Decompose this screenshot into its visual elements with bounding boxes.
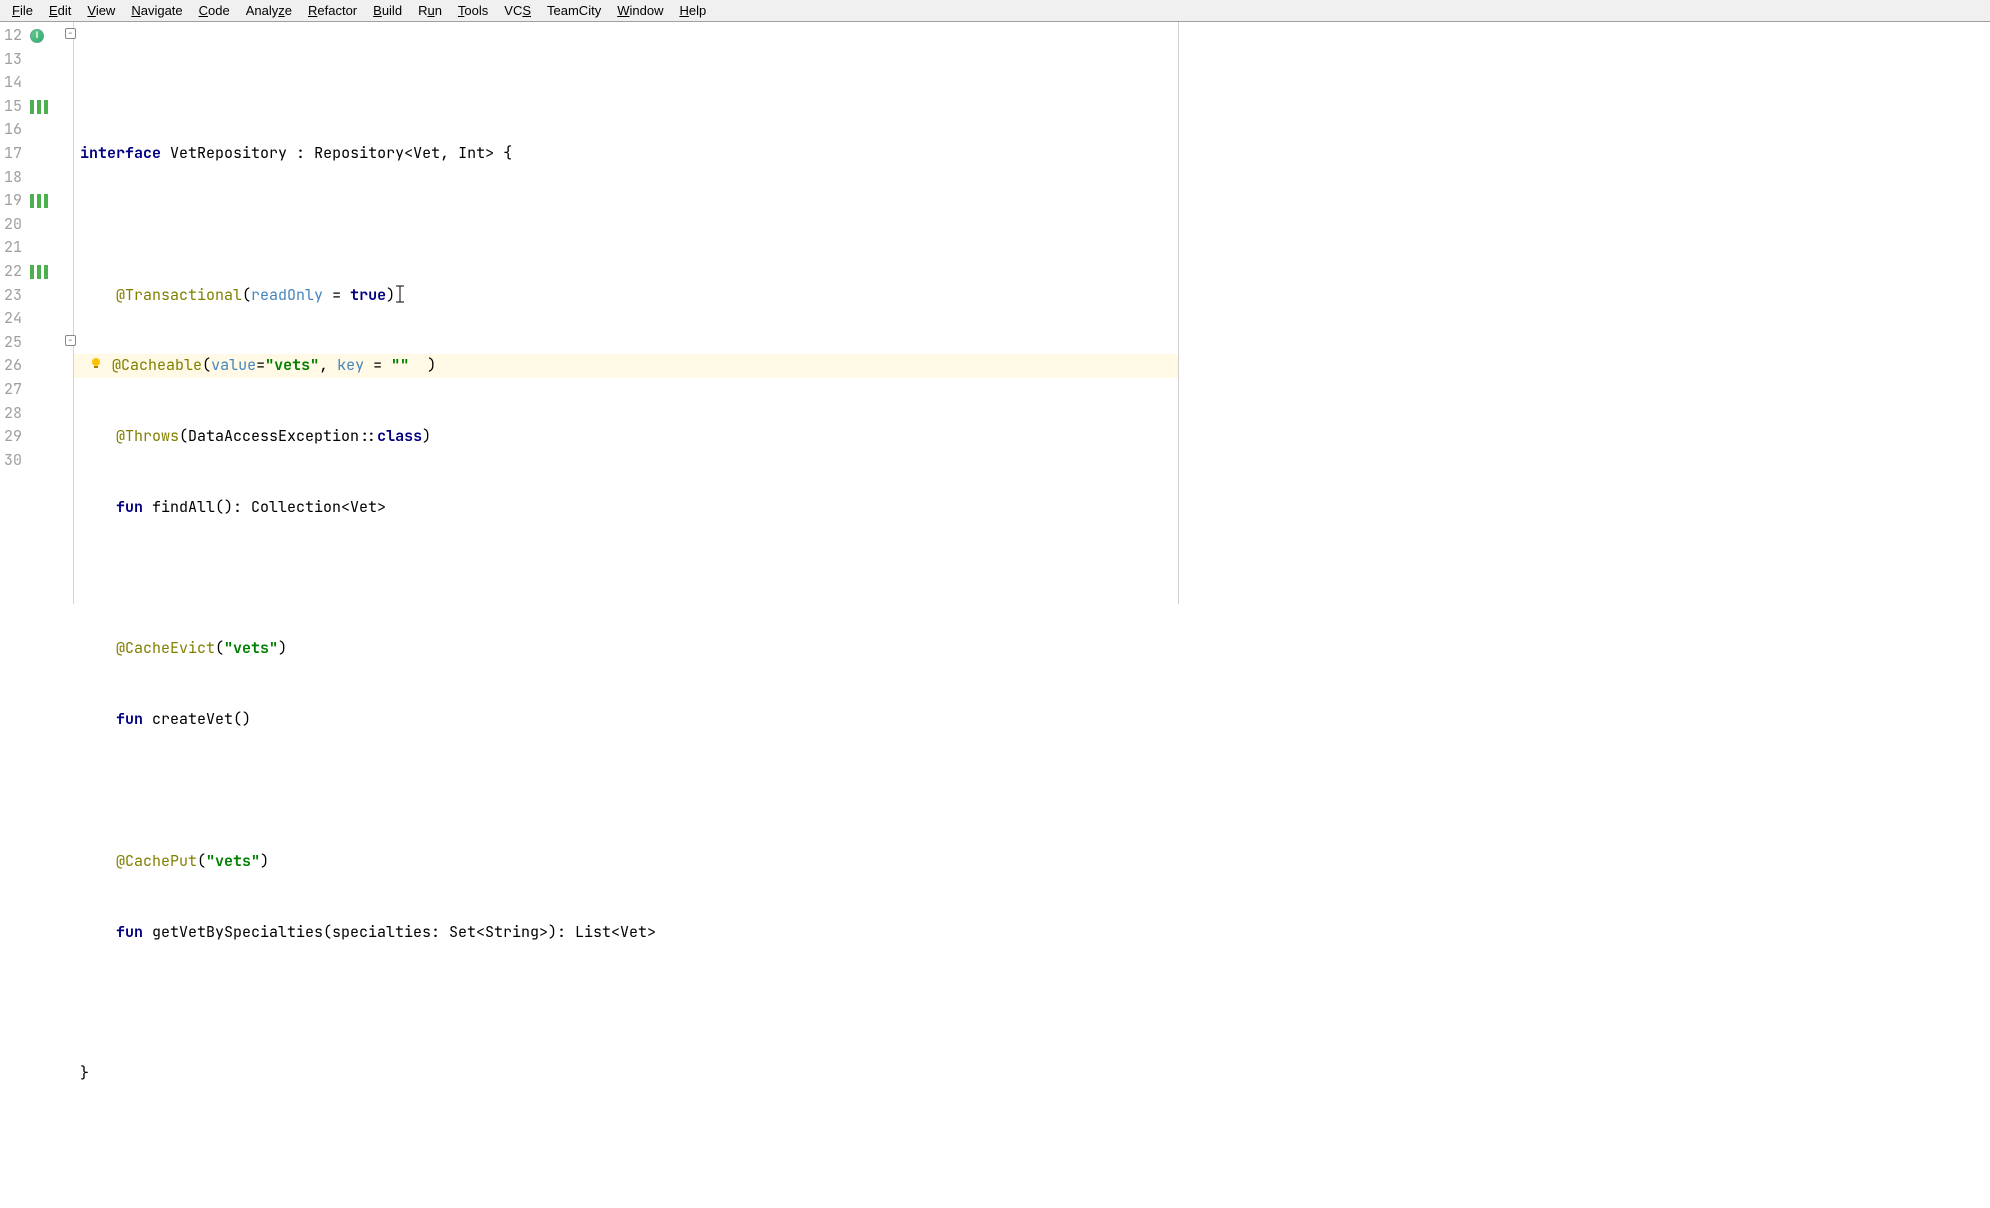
menu-edit[interactable]: Edit <box>41 1 79 20</box>
fold-toggle-icon[interactable]: − <box>65 335 76 346</box>
line-number[interactable]: 17 <box>0 142 22 166</box>
code-line[interactable] <box>74 779 1178 803</box>
menu-file[interactable]: File <box>4 1 41 20</box>
menu-refactor[interactable]: Refactor <box>300 1 365 20</box>
kotlin-interface-icon[interactable]: I <box>30 29 44 43</box>
line-number[interactable]: 14 <box>0 71 22 95</box>
line-number-gutter[interactable]: 12 13 14 15 16 17 18 19 20 21 22 23 24 2… <box>0 22 26 604</box>
code-line[interactable] <box>74 991 1178 1015</box>
vcs-change-marker[interactable] <box>30 194 49 208</box>
intention-bulb-icon[interactable] <box>89 356 103 370</box>
menu-teamcity[interactable]: TeamCity <box>539 1 609 20</box>
vcs-change-marker[interactable] <box>30 100 49 114</box>
line-number[interactable]: 13 <box>0 48 22 72</box>
code-line[interactable]: fun findAll(): Collection<Vet> <box>74 496 1178 520</box>
line-number[interactable]: 12 <box>0 24 22 48</box>
editor: 12 13 14 15 16 17 18 19 20 21 22 23 24 2… <box>0 22 1990 604</box>
code-line[interactable] <box>74 1133 1178 1157</box>
gutter-icon-strip: I <box>26 22 74 604</box>
line-number[interactable]: 29 <box>0 425 22 449</box>
menu-code[interactable]: Code <box>191 1 238 20</box>
code-line[interactable]: @CachePut("vets") <box>74 850 1178 874</box>
menu-run[interactable]: Run <box>410 1 450 20</box>
line-number[interactable]: 21 <box>0 236 22 260</box>
vcs-change-marker[interactable] <box>30 265 49 279</box>
line-number[interactable]: 19 <box>0 189 22 213</box>
line-number[interactable]: 25 <box>0 331 22 355</box>
menu-bar: File Edit View Navigate Code Analyze Ref… <box>0 0 1990 22</box>
line-number[interactable]: 18 <box>0 166 22 190</box>
line-number[interactable]: 23 <box>0 284 22 308</box>
line-number[interactable]: 27 <box>0 378 22 402</box>
line-number[interactable]: 16 <box>0 118 22 142</box>
fold-toggle-icon[interactable]: − <box>65 28 76 39</box>
menu-navigate[interactable]: Navigate <box>123 1 190 20</box>
code-line[interactable] <box>74 213 1178 237</box>
code-line[interactable] <box>74 1204 1178 1208</box>
line-number[interactable]: 24 <box>0 307 22 331</box>
code-line[interactable]: @CacheEvict("vets") <box>74 637 1178 661</box>
line-number[interactable]: 26 <box>0 354 22 378</box>
code-line-current[interactable]: @Cacheable(value="vets", key = "" ) <box>74 354 1178 378</box>
menu-analyze[interactable]: Analyze <box>238 1 300 20</box>
text-caret <box>395 286 396 304</box>
code-line[interactable]: fun createVet() <box>74 708 1178 732</box>
menu-help[interactable]: Help <box>671 1 714 20</box>
menu-view[interactable]: View <box>79 1 123 20</box>
code-line[interactable]: } <box>74 1062 1178 1086</box>
line-number[interactable]: 15 <box>0 95 22 119</box>
code-editor[interactable]: − − interface VetRepository : Repository… <box>74 22 1179 604</box>
menu-tools[interactable]: Tools <box>450 1 496 20</box>
code-line[interactable] <box>74 567 1178 591</box>
code-line[interactable]: interface VetRepository : Repository<Vet… <box>74 142 1178 166</box>
code-line[interactable]: fun getVetBySpecialties(specialties: Set… <box>74 921 1178 945</box>
line-number[interactable]: 28 <box>0 402 22 426</box>
line-number[interactable]: 30 <box>0 449 22 473</box>
menu-vcs[interactable]: VCS <box>496 1 539 20</box>
editor-right-margin <box>1179 22 1990 604</box>
code-line[interactable]: @Transactional(readOnly = true) <box>74 284 1178 308</box>
menu-build[interactable]: Build <box>365 1 410 20</box>
line-number[interactable]: 22 <box>0 260 22 284</box>
menu-window[interactable]: Window <box>609 1 671 20</box>
line-number[interactable]: 20 <box>0 213 22 237</box>
code-line[interactable]: @Throws(DataAccessException::class) <box>74 425 1178 449</box>
